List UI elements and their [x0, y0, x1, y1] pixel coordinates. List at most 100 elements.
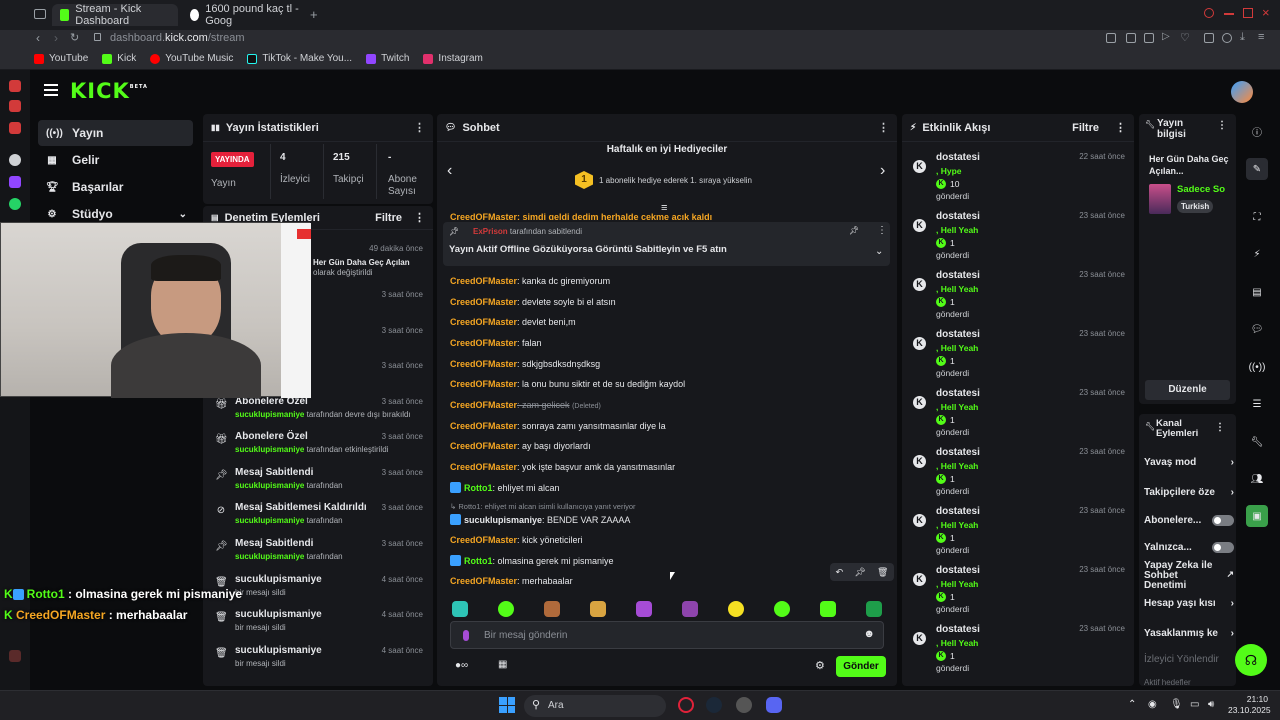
tray-chevron-icon[interactable]: ⌃	[1128, 699, 1136, 710]
delete-action-icon[interactable]: 🗑︎	[877, 567, 888, 578]
mod-action-row[interactable]: 🎁︎ Abonelere Özel sucuklupismaniye tarafın…	[205, 430, 433, 466]
emote-icon[interactable]	[682, 601, 698, 617]
bookmark-twitch[interactable]: Twitch	[366, 53, 409, 64]
activity-item[interactable]: Kdostatesi, Hype K 10 gönderdi 22 saat önce	[905, 150, 1133, 209]
chat-input[interactable]: Bir mesaj gönderin ☻	[450, 621, 884, 649]
app-icon[interactable]: ▣	[1246, 505, 1268, 527]
activity-item[interactable]: Kdostatesi, Hell Yeah K 1 gönderdi 23 saat ö…	[905, 209, 1133, 268]
tab-manager-icon[interactable]	[34, 9, 46, 19]
chat-settings-icon[interactable]: ⚙	[815, 659, 825, 672]
subs-only-toggle[interactable]	[1212, 515, 1234, 526]
url-field[interactable]: dashboard.kick.com/stream	[110, 32, 245, 44]
emote-icon[interactable]	[590, 601, 606, 617]
edit-button[interactable]: Düzenle	[1145, 380, 1230, 400]
new-tab-icon[interactable]: +	[310, 7, 318, 22]
info-icon[interactable]: ⓘ	[1246, 120, 1268, 142]
emoji-picker-icon[interactable]: ☻	[863, 628, 875, 640]
emote-icon[interactable]	[820, 601, 836, 617]
activity-item[interactable]: Kdostatesi, Hell Yeah K 1 gönderdi 23 saat ö…	[905, 386, 1133, 445]
store-icon[interactable]: ▦	[498, 659, 507, 670]
bookmark-kick[interactable]: Kick	[102, 53, 136, 64]
activity-filter-button[interactable]: Filtre	[1072, 122, 1099, 134]
profile-icon[interactable]	[1222, 33, 1232, 43]
tab-kick-dashboard[interactable]: Stream - Kick Dashboard	[52, 3, 178, 27]
activity-item[interactable]: Kdostatesi, Hell Yeah K 1 gönderdi 23 saat ö…	[905, 563, 1133, 622]
prev-arrow-icon[interactable]: ‹	[447, 162, 452, 180]
users-icon[interactable]: 👥︎	[1246, 468, 1268, 490]
mod-action-row[interactable]: 🗑︎ sucuklupismaniye bir mesajı sildi 4 saat…	[205, 644, 433, 680]
account-age-item[interactable]: Hesap yaşı kısı ›	[1144, 598, 1234, 609]
activity-item[interactable]: Kdostatesi, Hell Yeah K 1 gönderdi 23 saat ö…	[905, 504, 1133, 563]
steam-icon[interactable]	[706, 697, 722, 713]
pin-action-icon[interactable]: 📌︎	[854, 567, 865, 578]
activity-item[interactable]: Kdostatesi, Hell Yeah K 1 gönderdi 23 saat ö…	[905, 268, 1133, 327]
maximize-icon[interactable]	[1243, 8, 1253, 18]
speed-dial-icon[interactable]	[9, 122, 21, 134]
kick-sidebar-icon[interactable]	[9, 154, 21, 166]
messenger-icon[interactable]	[9, 100, 21, 112]
discord-icon[interactable]	[766, 697, 782, 713]
minimize-icon[interactable]	[1224, 13, 1234, 15]
bookmark-instagram[interactable]: Instagram	[423, 53, 483, 64]
twitch-sidebar-icon[interactable]	[9, 176, 21, 188]
emote-icon[interactable]	[544, 601, 560, 617]
close-window-icon[interactable]: ×	[1262, 5, 1270, 20]
share-icon[interactable]	[1144, 33, 1154, 43]
points-icon[interactable]: ●∞	[455, 660, 468, 671]
player-icon[interactable]: ▷	[1162, 31, 1170, 42]
pinned-menu-icon[interactable]: ⋮	[877, 225, 887, 236]
aria-icon[interactable]	[9, 80, 21, 92]
download-icon[interactable]: ⤓	[1240, 31, 1245, 44]
moderation-menu-icon[interactable]: ⋮	[414, 211, 425, 224]
followers-only-item[interactable]: Takipçilere öze ›	[1144, 487, 1234, 498]
mod-action-row[interactable]: ⊘ Mesaj Sabitlemesi Kaldırıldı sucuklupism…	[205, 501, 433, 537]
chat-bar-icon[interactable]: 💬︎	[1246, 318, 1268, 340]
whatsapp-icon[interactable]	[9, 198, 21, 210]
tray-app-icon[interactable]: ◉	[1148, 699, 1157, 710]
unpin-button-icon[interactable]: 📌︎	[849, 226, 859, 235]
hamburger-menu-icon[interactable]	[44, 84, 58, 96]
support-icon[interactable]: ☊	[1235, 644, 1267, 676]
snapshot-icon[interactable]	[1126, 33, 1136, 43]
next-arrow-icon[interactable]: ›	[880, 162, 885, 180]
pin-page-icon[interactable]	[1106, 33, 1116, 43]
heart-icon[interactable]: ♡	[1180, 31, 1190, 44]
banned-words-item[interactable]: Yasaklanmış ke ›	[1144, 628, 1234, 639]
bookmark-youtube-music[interactable]: YouTube Music	[150, 53, 233, 64]
extensions-icon[interactable]	[1204, 33, 1214, 43]
moderation-filter-button[interactable]: Filtre	[375, 212, 402, 224]
pinned-message[interactable]: 📌︎ ExPrison tarafından sabitlendi Yayın …	[443, 222, 890, 266]
back-icon[interactable]: ‹	[36, 31, 40, 45]
mod-action-row[interactable]: 📌︎ Mesaj Sabitlendi sucuklupismaniye taraf…	[205, 537, 433, 573]
ai-moderation-item[interactable]: Yapay Zeka ile Sohbet Denetimi ↗	[1144, 561, 1234, 591]
tab-google-search[interactable]: 1600 pound kaç tl - Goog	[182, 3, 308, 27]
nav-item-basarilar[interactable]: 🏆︎ Başarılar	[38, 174, 193, 200]
volume-icon[interactable]: 🔊︎	[1208, 699, 1214, 710]
emote-icon[interactable]	[452, 601, 468, 617]
subs-only-item[interactable]: Abonelere...	[1144, 515, 1234, 526]
fullscreen-icon[interactable]: ⛶	[1246, 206, 1268, 228]
activity-item[interactable]: Kdostatesi, Hell Yeah K 1 gönderdi 23 saat ö…	[905, 327, 1133, 386]
emote-icon[interactable]	[728, 601, 744, 617]
broadcast-bar-icon[interactable]: ((•))	[1246, 356, 1268, 378]
gx-icon[interactable]	[9, 650, 21, 662]
forward-icon[interactable]: ›	[54, 31, 58, 45]
mic-icon[interactable]	[463, 630, 469, 641]
stats-menu-icon[interactable]: ⋮	[414, 121, 425, 134]
bookmark-tiktok[interactable]: TikTok - Make You...	[247, 53, 352, 64]
edit-icon[interactable]: ✎	[1246, 158, 1268, 180]
clock[interactable]: 21:10 23.10.2025	[1228, 694, 1271, 716]
menu-icon[interactable]: ≡	[1258, 31, 1264, 43]
collapse-chevron-icon[interactable]: ⌄	[875, 246, 883, 257]
notes-icon[interactable]: ▤	[1246, 281, 1268, 303]
list-icon[interactable]: ☰	[1246, 393, 1268, 415]
active-goals-item[interactable]: Aktif hedefler	[1144, 678, 1234, 686]
mod-action-row[interactable]: 🎁︎ Abonelere Özel sucuklupismaniye tarafın…	[205, 395, 433, 431]
activity-menu-icon[interactable]: ⋮	[1115, 121, 1126, 134]
chat-menu-icon[interactable]: ⋮	[878, 121, 889, 134]
stream-info-menu-icon[interactable]: ⋮	[1217, 120, 1227, 131]
emotes-only-item[interactable]: Yalnızca...	[1144, 542, 1234, 553]
bookmark-youtube[interactable]: YouTube	[34, 53, 88, 64]
kick-logo[interactable]: KICKBETA	[70, 79, 148, 103]
channel-actions-menu-icon[interactable]: ⋮	[1215, 422, 1225, 433]
